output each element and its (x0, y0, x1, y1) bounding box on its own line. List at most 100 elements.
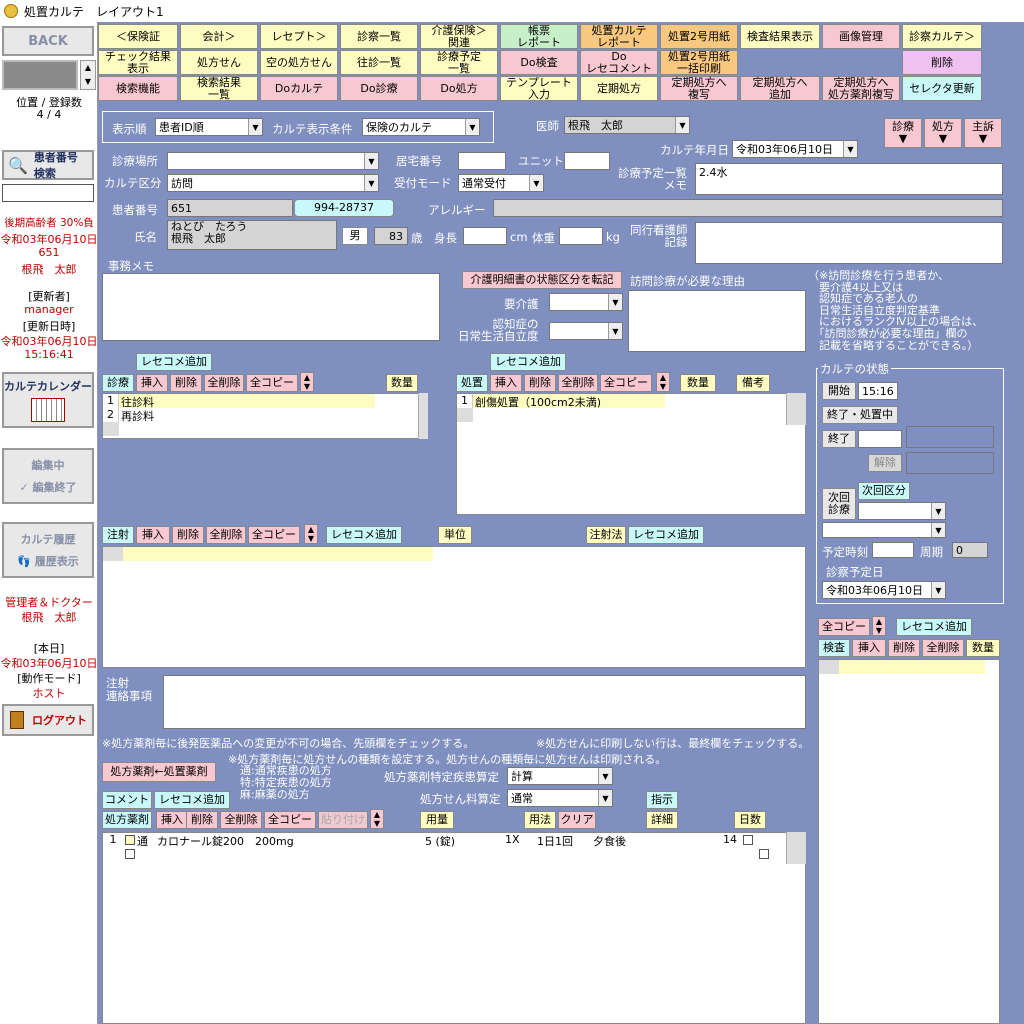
unit-input[interactable] (564, 152, 610, 170)
chusha-rececome-button[interactable]: レセコメ追加 (326, 526, 402, 544)
toolbar-row2-button-4[interactable]: 診療予定 一覧 (420, 50, 498, 75)
toolbar-row2-button-6[interactable]: Do レセコメント (580, 50, 658, 75)
toolbar-row3-button-6[interactable]: 定期処方 (580, 76, 658, 101)
shochi-qty-button[interactable]: 数量 (680, 374, 716, 392)
memo-field[interactable] (102, 273, 440, 341)
presc-grid[interactable]: 1 通 カロナール錠200 200mg 5 (錠) 1X 1日1回 夕食後 14 (102, 832, 806, 1024)
presc-paste-button[interactable]: 貼り付け (318, 811, 368, 829)
toolbar-row3-button-8[interactable]: 定期処方へ 追加 (740, 76, 820, 101)
ninchi-select[interactable]: ▼ (549, 322, 623, 340)
chusha-title-button[interactable]: 注射 (102, 526, 134, 544)
table-row[interactable] (457, 408, 473, 422)
table-row[interactable] (103, 847, 805, 861)
presc-delete-button[interactable]: 削除 (186, 811, 218, 829)
toolbar-row3-button-9[interactable]: 定期処方へ 処方薬剤複写 (822, 76, 900, 101)
toolbar-row2-button-5[interactable]: Do検査 (500, 50, 578, 75)
generic-check[interactable] (125, 835, 135, 845)
days-button[interactable]: 日数 (734, 811, 766, 829)
kyotaku-input[interactable] (458, 152, 506, 170)
table-row[interactable] (103, 547, 123, 561)
sex-button[interactable]: 男 (342, 227, 368, 245)
start-button[interactable]: 開始 (822, 382, 856, 400)
toolbar-row1-button-0[interactable]: ＜保険証 (98, 24, 178, 49)
toolbar-row2-button-0[interactable]: チェック結果 表示 (98, 50, 178, 75)
table-row[interactable]: 1 往診料 (103, 394, 427, 409)
toolbar-row3-button-1[interactable]: 検索結果 一覧 (180, 76, 258, 101)
back-button[interactable]: BACK (2, 26, 94, 56)
shuso-menu-button[interactable]: 主訴 ▼ (964, 118, 1002, 148)
patient-search-button[interactable]: 🔍 患者番号 検索 (2, 150, 94, 180)
shoho-menu-button[interactable]: 処方 ▼ (924, 118, 962, 148)
scrollbar[interactable] (418, 393, 428, 439)
kensa-rececome-button[interactable]: レセコメ追加 (896, 618, 972, 636)
toolbar-row3-button-4[interactable]: Do処方 (420, 76, 498, 101)
table-row[interactable] (103, 422, 119, 436)
yoho-button[interactable]: 用法 (524, 811, 556, 829)
kensa-qty-button[interactable]: 数量 (966, 639, 1000, 657)
record-spinner[interactable]: ▲ ▼ (80, 60, 96, 90)
kubun-select[interactable]: 訪問 ▼ (167, 174, 379, 192)
updown-arrow-icon[interactable]: ▲ ▼ (304, 524, 318, 544)
tokutei-select[interactable]: 計算 ▼ (507, 767, 613, 785)
start-time[interactable]: 15:16 (858, 382, 898, 400)
shinryo-copy-all-button[interactable]: 全コピー (246, 374, 298, 392)
shochi-delete-button[interactable]: 削除 (524, 374, 556, 392)
kaigo-transcribe-button[interactable]: 介護明細書の状態区分を転記 (462, 271, 622, 289)
updown-arrow-icon[interactable]: ▲ ▼ (300, 372, 314, 392)
toolbar-row1-button-7[interactable]: 処置2号用紙 (660, 24, 738, 49)
patient-search-input[interactable] (2, 184, 94, 202)
presc-delete-all-button[interactable]: 全削除 (220, 811, 262, 829)
logout-button[interactable]: ログアウト (2, 704, 94, 736)
ryo-select[interactable]: 通常 ▼ (507, 789, 613, 807)
place-select[interactable]: ▼ (167, 152, 379, 170)
shochi-grid[interactable]: 1 創傷処置（100cm2未満) (456, 393, 806, 515)
edit-status-panel[interactable]: 編集中 ✓ 編集終了 (2, 448, 94, 504)
toolbar-row1-button-2[interactable]: レセプト＞ (260, 24, 338, 49)
scrollbar[interactable] (786, 393, 806, 425)
kensa-grid[interactable] (818, 659, 1000, 1024)
shinryo-grid[interactable]: 1 往診料 2 再診料 (102, 393, 428, 439)
table-row[interactable] (839, 660, 985, 674)
scrollbar[interactable] (786, 832, 806, 864)
toolbar-row1-button-4[interactable]: 介護保険＞ 関連 (420, 24, 498, 49)
houmon-reason[interactable] (628, 290, 806, 352)
updown-arrow-icon[interactable]: ▲ ▼ (656, 372, 670, 392)
toolbar-row2-button-1[interactable]: 処方せん (180, 50, 258, 75)
toolbar-row1-button-6[interactable]: 処置カルテ レポート (580, 24, 658, 49)
table-row[interactable] (123, 547, 433, 561)
noprint-check[interactable] (759, 849, 769, 859)
presc-insert-button[interactable]: 挿入 (156, 811, 188, 829)
next-kubun-select[interactable]: ▼ (858, 502, 946, 520)
yotei-time-input[interactable] (872, 542, 914, 558)
chusha-insert-button[interactable]: 挿入 (136, 526, 170, 544)
shinryo-qty-button[interactable]: 数量 (386, 374, 418, 392)
chusha-copy-all-button[interactable]: 全コピー (248, 526, 300, 544)
kensa-copy-all-button[interactable]: 全コピー (818, 618, 870, 636)
toolbar-row2-button-7[interactable]: 処置2号用紙 一括印刷 (660, 50, 738, 75)
presc-title-button[interactable]: 処方薬剤 (102, 811, 152, 829)
toolbar-row1-button-3[interactable]: 診察一覧 (340, 24, 418, 49)
presc-move-button[interactable]: 処方薬剤←処置薬剤 (102, 762, 216, 782)
table-row[interactable] (819, 660, 839, 674)
toolbar-row1-button-9[interactable]: 画像管理 (822, 24, 900, 49)
history-show-button[interactable]: 👣 履歴表示 (17, 553, 79, 569)
presc-copy-all-button[interactable]: 全コピー (264, 811, 316, 829)
shochi-copy-all-button[interactable]: 全コピー (600, 374, 652, 392)
toolbar-row1-button-10[interactable]: 診察カルテ＞ (902, 24, 982, 49)
yotei-memo[interactable]: 2.4水 (695, 163, 1003, 195)
presc-rececome-button[interactable]: レセコメ追加 (154, 791, 230, 809)
generic-check[interactable] (125, 849, 135, 859)
toolbar-row3-button-0[interactable]: 検索機能 (98, 76, 178, 101)
record-navigator[interactable] (2, 60, 78, 90)
yoryo-button[interactable]: 用量 (420, 811, 454, 829)
uketsuke-select[interactable]: 通常受付 ▼ (458, 174, 544, 192)
table-row[interactable]: 1 創傷処置（100cm2未満) (457, 394, 805, 409)
end-button[interactable]: 終了 (822, 430, 856, 448)
kensa-insert-button[interactable]: 挿入 (852, 639, 886, 657)
shiji-button[interactable]: 指示 (646, 791, 678, 809)
chusha-method-button[interactable]: 注射法 (586, 526, 626, 544)
allergy-field[interactable] (493, 199, 1003, 217)
shochi-bikou-button[interactable]: 備考 (736, 374, 770, 392)
kensa-delete-all-button[interactable]: 全削除 (922, 639, 964, 657)
toolbar-row3-button-3[interactable]: Do診療 (340, 76, 418, 101)
